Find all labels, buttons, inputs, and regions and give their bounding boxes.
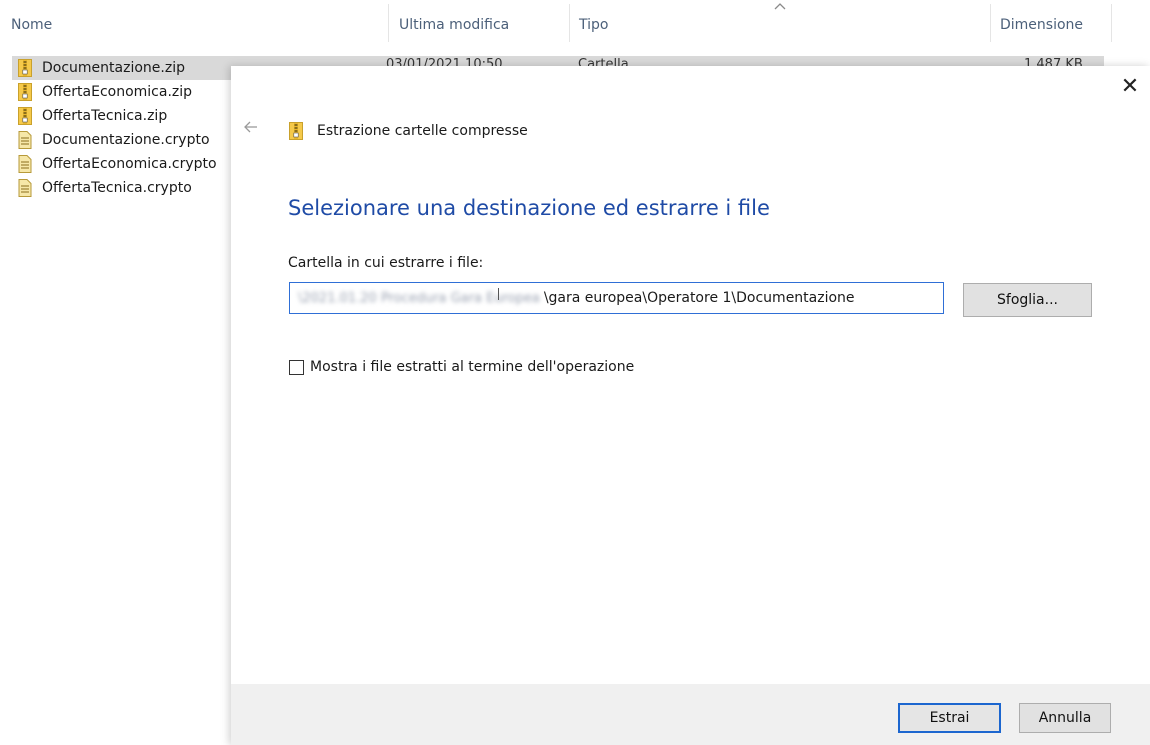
cancel-button[interactable]: Annulla bbox=[1019, 703, 1111, 733]
file-name: Documentazione.zip bbox=[42, 60, 185, 76]
file-name: OffertaEconomica.crypto bbox=[42, 156, 217, 172]
column-divider[interactable] bbox=[388, 4, 389, 42]
checkbox-box[interactable] bbox=[289, 359, 304, 375]
column-header-bar: Nome Ultima modifica Tipo Dimensione bbox=[0, 0, 1150, 42]
zip-folder-icon bbox=[18, 59, 32, 77]
column-divider[interactable] bbox=[990, 4, 991, 42]
column-divider[interactable] bbox=[1111, 4, 1112, 42]
column-header-modified[interactable]: Ultima modifica bbox=[399, 17, 509, 33]
column-header-name[interactable]: Nome bbox=[11, 17, 52, 33]
destination-label: Cartella in cui estrarre i file: bbox=[288, 255, 484, 271]
zip-folder-icon bbox=[18, 107, 32, 125]
sort-ascending-icon bbox=[774, 3, 786, 10]
path-visible-segment: \gara europea\Operatore 1\Documentazione bbox=[543, 290, 855, 306]
dialog-heading: Selezionare una destinazione ed estrarre… bbox=[288, 196, 770, 220]
document-icon bbox=[18, 179, 32, 197]
destination-path-input[interactable]: \2021.01.20 Procedura Gara Europea \gara… bbox=[289, 282, 944, 314]
document-icon bbox=[18, 155, 32, 173]
extract-dialog: ✕ Estrazione cartelle compresse Selezion… bbox=[231, 66, 1150, 745]
column-header-type[interactable]: Tipo bbox=[579, 17, 608, 33]
document-icon bbox=[18, 131, 32, 149]
file-name: Documentazione.crypto bbox=[42, 132, 210, 148]
column-divider[interactable] bbox=[569, 4, 570, 42]
browse-button[interactable]: Sfoglia... bbox=[963, 283, 1092, 317]
dialog-titlebar: Estrazione cartelle compresse bbox=[289, 122, 528, 140]
zip-folder-icon bbox=[289, 122, 303, 140]
dialog-footer bbox=[231, 684, 1150, 745]
mouse-ibeam-cursor bbox=[498, 288, 499, 300]
column-header-size[interactable]: Dimensione bbox=[1000, 17, 1083, 33]
file-name: OffertaTecnica.zip bbox=[42, 108, 168, 124]
file-name: OffertaTecnica.crypto bbox=[42, 180, 192, 196]
path-blurred-segment: \2021.01.20 Procedura Gara Europea bbox=[298, 290, 540, 306]
back-arrow-icon[interactable] bbox=[242, 118, 260, 136]
file-name: OffertaEconomica.zip bbox=[42, 84, 193, 100]
extract-button[interactable]: Estrai bbox=[898, 703, 1001, 733]
dialog-title: Estrazione cartelle compresse bbox=[317, 123, 528, 139]
zip-folder-icon bbox=[18, 83, 32, 101]
checkbox-label: Mostra i file estratti al termine dell'o… bbox=[310, 359, 635, 375]
close-button[interactable]: ✕ bbox=[1120, 76, 1140, 98]
show-extracted-checkbox[interactable]: Mostra i file estratti al termine dell'o… bbox=[289, 359, 634, 375]
